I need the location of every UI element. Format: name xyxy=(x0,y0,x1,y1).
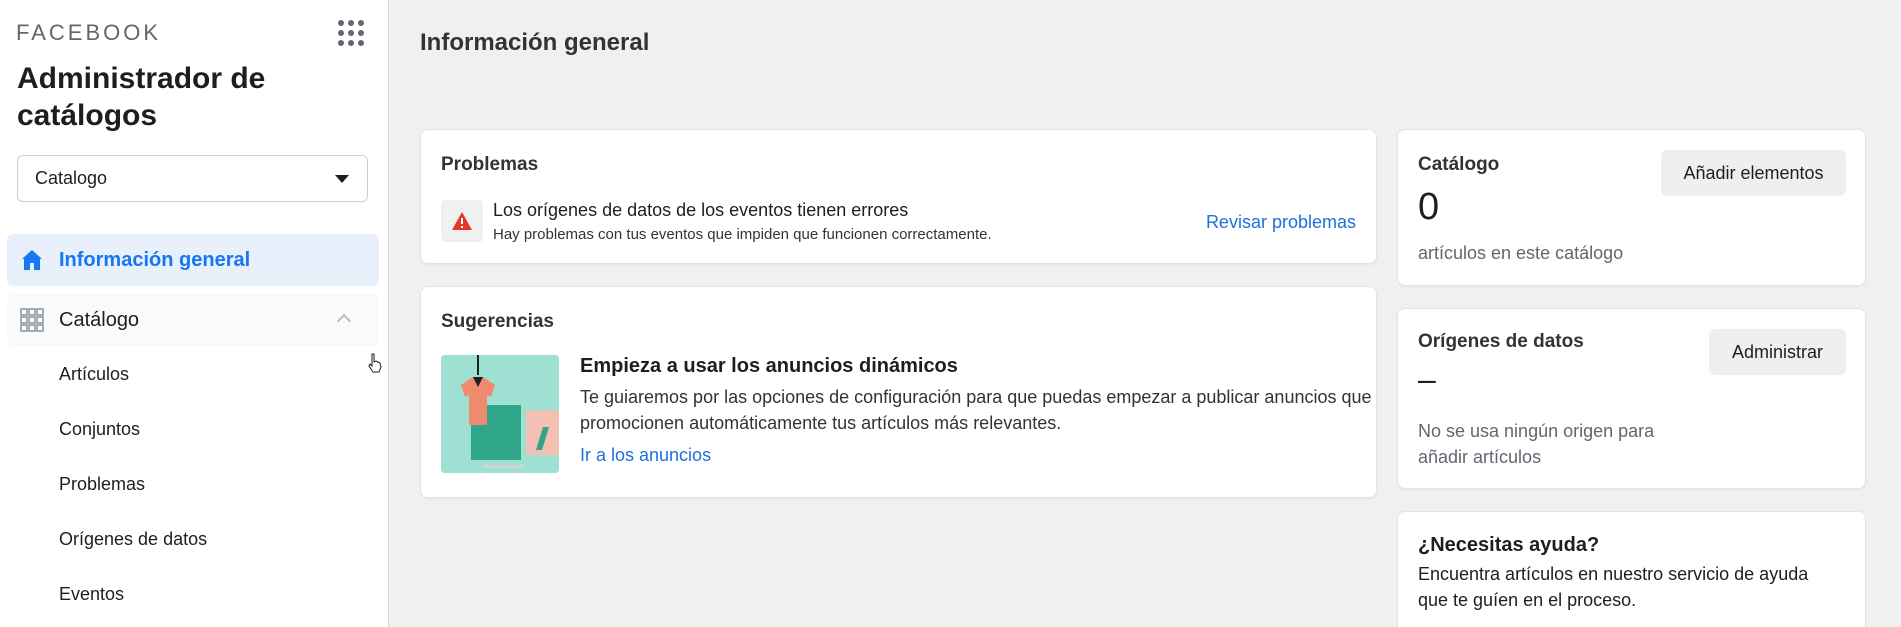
app-title: Administrador de catálogos xyxy=(17,62,266,132)
catalog-selector[interactable]: Catalogo xyxy=(17,155,368,202)
suggestion-item-desc: Te guiaremos por las opciones de configu… xyxy=(580,387,1372,433)
suggestions-title: Sugerencias xyxy=(441,311,554,332)
nav-item-catalog[interactable]: Catálogo xyxy=(7,294,379,346)
data-sources-caption: No se usa ningún origen para añadir artí… xyxy=(1418,421,1655,467)
manage-button[interactable]: Administrar xyxy=(1709,329,1846,375)
facebook-brand[interactable]: FACEBOOK xyxy=(16,20,161,46)
nav-item-overview[interactable]: Información general xyxy=(7,234,379,286)
problems-card: Problemas Los orígenes de datos de los e… xyxy=(420,129,1377,264)
catalog-card-title: Catálogo xyxy=(1418,154,1500,175)
warning-badge xyxy=(441,200,483,242)
sub-item-events[interactable]: Eventos xyxy=(59,584,124,605)
data-sources-card: Orígenes de datos – No se usa ningún ori… xyxy=(1397,308,1866,489)
catalog-count-caption: artículos en este catálogo xyxy=(1418,243,1624,263)
catalog-card: Catálogo 0 artículos en este catálogo Añ… xyxy=(1397,129,1866,286)
home-icon xyxy=(22,250,42,270)
help-title: ¿Necesitas ayuda? xyxy=(1418,534,1600,556)
dynamic-ads-illustration xyxy=(441,355,559,473)
sub-item-articles[interactable]: Artículos xyxy=(59,364,129,385)
sub-item-sets[interactable]: Conjuntos xyxy=(59,419,140,440)
go-to-ads-link[interactable]: Ir a los anuncios xyxy=(580,445,711,466)
tshirt-illustration-icon xyxy=(441,355,559,473)
data-sources-title: Orígenes de datos xyxy=(1418,331,1584,352)
apps-grid-icon[interactable] xyxy=(338,20,364,46)
sidebar: FACEBOOK Administrador de catálogos Cata… xyxy=(0,0,389,627)
page-title: Información general xyxy=(420,29,650,56)
nav-item-catalog-label: Catálogo xyxy=(59,308,140,331)
help-card: ¿Necesitas ayuda? Encuentra artículos en… xyxy=(1397,511,1866,627)
problem-item-desc: Hay problemas con tus eventos que impide… xyxy=(493,226,992,243)
hand-cursor-icon xyxy=(368,353,382,373)
grid-icon xyxy=(20,308,44,332)
data-sources-value: – xyxy=(1418,361,1436,397)
add-items-button[interactable]: Añadir elementos xyxy=(1661,150,1846,196)
warning-icon xyxy=(452,212,472,230)
sub-item-problems[interactable]: Problemas xyxy=(59,474,145,495)
problems-title: Problemas xyxy=(441,154,539,175)
catalog-item-count: 0 xyxy=(1418,186,1440,228)
suggestions-card: Sugerencias Empieza a usar los anuncios … xyxy=(420,286,1377,498)
suggestion-item-title: Empieza a usar los anuncios dinámicos xyxy=(580,355,958,377)
help-desc: Encuentra artículos en nuestro servicio … xyxy=(1418,564,1809,610)
review-problems-link[interactable]: Revisar problemas xyxy=(1206,212,1356,233)
catalog-selector-value: Catalogo xyxy=(35,168,108,188)
nav-item-overview-label: Información general xyxy=(59,248,251,271)
caret-down-icon xyxy=(335,174,349,183)
sub-item-data-sources[interactable]: Orígenes de datos xyxy=(59,529,207,550)
chevron-up-icon[interactable] xyxy=(336,313,352,329)
problem-item-title: Los orígenes de datos de los eventos tie… xyxy=(493,200,909,220)
